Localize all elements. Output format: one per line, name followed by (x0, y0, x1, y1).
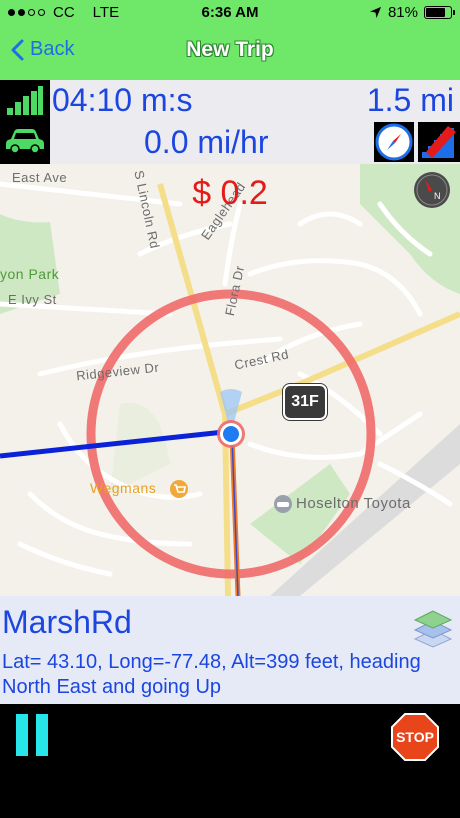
location-info-panel: MarshRd Lat= 43.10, Long=-77.48, Alt=399… (0, 596, 460, 704)
layers-icon[interactable] (412, 606, 454, 648)
elapsed-time: 04:10 m:s (52, 82, 193, 118)
coordinates-text: Lat= 43.10, Long=-77.48, Alt=399 feet, h… (2, 651, 421, 698)
map-compass-icon[interactable]: N (412, 170, 452, 210)
street-name: MarshRd (2, 604, 132, 640)
bottom-toolbar: STOP (0, 704, 460, 818)
compass-icon (375, 123, 413, 161)
distance-value: 1.5 mi (366, 82, 454, 118)
battery-percent: 81% (387, 4, 418, 21)
signal-bars-icon (7, 86, 43, 115)
stairs-icon (422, 126, 456, 158)
car-icon (6, 129, 44, 154)
header: CC LTE 6:36 AM 81% Back New Trip (0, 0, 460, 80)
map-label-ivy-st: E Ivy St (8, 292, 57, 307)
trip-stats-panel: 04:10 m:s 1.5 mi 0.0 mi/hr (0, 80, 460, 164)
stop-label: STOP (396, 729, 434, 745)
map-label-dealer: Hoselton Toyota (296, 495, 411, 512)
status-icons-panel (0, 80, 50, 164)
map-base (0, 164, 460, 596)
svg-text:N: N (434, 191, 441, 201)
location-arrow-icon (369, 6, 382, 19)
map-label-park: yon Park (0, 266, 60, 282)
status-bar-right: 81% (369, 4, 455, 21)
map-label-wegmans: Wegmans (90, 480, 157, 496)
page-title: New Trip (186, 38, 274, 61)
cart-icon (170, 480, 188, 498)
car-dealer-icon (274, 495, 292, 513)
elevation-button[interactable] (418, 122, 460, 162)
route-shield: 31F (283, 384, 327, 420)
stop-button[interactable]: STOP (390, 712, 440, 762)
pause-button[interactable] (16, 714, 50, 760)
fare-amount: $ 0.2 (192, 174, 268, 212)
speed-value: 0.0 mi/hr (144, 124, 269, 160)
compass-button[interactable] (374, 122, 414, 162)
map-view[interactable]: East Ave S Lincoln Rd Eaglehead Flora Dr… (0, 164, 460, 596)
battery-icon (424, 6, 455, 19)
pause-icon-bar (36, 714, 48, 756)
pause-icon-bar (16, 714, 28, 756)
